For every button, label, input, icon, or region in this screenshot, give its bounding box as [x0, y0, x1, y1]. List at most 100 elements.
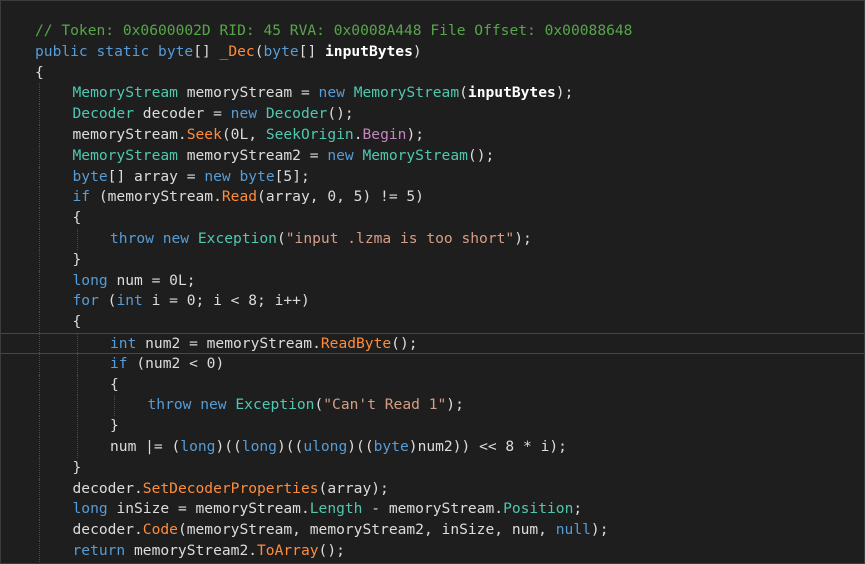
indent-guide [39, 416, 40, 437]
indent-guide [39, 291, 40, 313]
code-token-string: "Can't Read 1" [323, 396, 447, 414]
code-token-method: SetDecoderProperties [142, 479, 319, 497]
code-token-keyword: new [200, 396, 227, 414]
code-token-plain: } [110, 417, 119, 435]
code-line-text: public static byte[] _Dec(byte[] inputBy… [35, 42, 422, 63]
code-token-plain: } [72, 250, 82, 268]
indent-guide [39, 374, 40, 396]
code-token-plain: i = 0; i < 8; i++) [142, 292, 310, 310]
code-line[interactable]: MemoryStream memoryStream = new MemorySt… [1, 83, 864, 105]
code-line[interactable]: int num2 = memoryStream.ReadByte(); [1, 332, 864, 355]
code-line[interactable]: return memoryStream2.ToArray(); [1, 540, 864, 562]
code-token-keyword: new [318, 84, 345, 102]
code-token-prop: Length [309, 500, 363, 518]
code-token-plain: (); [327, 105, 354, 123]
code-line-text: int num2 = memoryStream.ReadByte(); [110, 334, 418, 355]
code-line[interactable]: // Token: 0x0600002D RID: 45 RVA: 0x0008… [1, 21, 864, 42]
indent-guide [39, 249, 40, 271]
code-line[interactable]: MemoryStream memoryStream2 = new MemoryS… [1, 145, 864, 167]
code-token-method: Code [142, 521, 178, 539]
code-token-method: Seek [186, 125, 222, 143]
code-token-method: _Dec [219, 42, 255, 60]
indent-guide [39, 499, 40, 521]
code-token-type: Decoder [72, 105, 135, 123]
code-token-keyword: byte [158, 42, 194, 60]
code-token-keyword: ulong [303, 437, 348, 455]
code-line[interactable]: long inSize = memoryStream.Length - memo… [1, 499, 864, 521]
code-line[interactable]: } [1, 249, 864, 271]
code-token-prop: Position [503, 500, 574, 518]
indent-guide [114, 395, 115, 417]
code-line[interactable]: if (memoryStream.Read(array, 0, 5) != 5) [1, 187, 864, 209]
code-line[interactable]: num |= (long)((long)((ulong)((byte)num2)… [1, 436, 864, 458]
code-token-keyword: int [116, 292, 143, 310]
code-editor[interactable]: // Token: 0x0600002D RID: 45 RVA: 0x0008… [0, 0, 865, 564]
code-token-type: MemoryStream [353, 84, 460, 102]
code-token-string: "input .lzma is too short" [285, 229, 515, 247]
indent-guide [39, 312, 40, 333]
code-token-keyword: new [230, 105, 258, 123]
code-line-text: MemoryStream memoryStream = new MemorySt… [73, 83, 574, 104]
code-line[interactable]: public static byte[] _Dec(byte[] inputBy… [1, 42, 864, 63]
code-token-keyword: long [72, 271, 108, 289]
code-token-plain: [] [193, 42, 220, 60]
code-line-text: } [110, 416, 119, 437]
code-line[interactable]: decoder.Code(memoryStream, memoryStream2… [1, 520, 864, 541]
code-line[interactable]: } [1, 457, 864, 479]
code-token-comment: // Token: 0x0600002D RID: 45 RVA: 0x0008… [35, 22, 633, 39]
code-line[interactable]: } [1, 416, 864, 437]
code-token-plain: ( [276, 229, 286, 247]
code-line-text: { [110, 375, 119, 396]
indent-guide [39, 145, 40, 167]
code-line-text: byte[] array = new byte[5]; [73, 167, 310, 188]
indent-guide [39, 270, 40, 292]
code-token-type: Decoder [265, 105, 328, 123]
code-line[interactable]: long num = 0L; [1, 270, 864, 292]
code-token-plain: decoder. [72, 521, 143, 539]
code-line-text: return memoryStream2.ToArray(); [73, 541, 345, 562]
code-line[interactable]: memoryStream.Seek(0L, SeekOrigin.Begin); [1, 124, 864, 146]
indent-guide [76, 228, 78, 250]
code-token-keyword: new [327, 146, 354, 164]
code-line[interactable]: { [1, 208, 864, 229]
code-token-param: inputBytes [325, 42, 413, 60]
code-token-plain: ( [254, 42, 264, 60]
indent-guide [76, 416, 78, 437]
code-token-plain: [] [298, 42, 326, 60]
code-token-keyword: new [162, 229, 190, 247]
code-line[interactable]: byte[] array = new byte[5]; [1, 166, 864, 188]
code-line[interactable]: { [1, 312, 864, 333]
code-line-text: if (num2 < 0) [110, 354, 224, 375]
code-line[interactable]: { [1, 63, 864, 84]
code-token-plain: (array, 0, 5) != 5) [257, 188, 424, 206]
code-token-type: Exception [235, 396, 315, 414]
code-line[interactable]: throw new Exception("input .lzma is too … [1, 228, 864, 250]
code-line[interactable]: Decoder decoder = new Decoder(); [1, 104, 864, 125]
code-token-method: ReadByte [320, 334, 392, 352]
code-token-plain: num2 = memoryStream. [136, 334, 321, 352]
code-line[interactable]: for (int i = 0; i < 8; i++) [1, 291, 864, 313]
code-token-plain: (memoryStream. [90, 188, 222, 206]
code-line-text: num |= (long)((long)((ulong)((byte)num2)… [110, 437, 567, 458]
code-token-keyword: long [72, 500, 108, 518]
code-token-plain: memoryStream2 = [177, 146, 328, 164]
code-token-plain: memoryStream. [72, 125, 187, 143]
code-line[interactable]: throw new Exception("Can't Read 1"); [1, 395, 864, 417]
code-line-text: long inSize = memoryStream.Length - memo… [73, 499, 583, 520]
code-token-plain: (memoryStream, memoryStream2, inSize, nu… [177, 521, 556, 539]
code-token-plain: . [353, 125, 363, 143]
code-line[interactable]: decoder.SetDecoderProperties(array); [1, 478, 864, 500]
indent-guide [39, 457, 40, 479]
code-token-keyword: throw [147, 396, 192, 414]
code-line[interactable]: if (num2 < 0) [1, 353, 864, 375]
code-token-plain: (); [467, 146, 495, 164]
code-token-keyword: for [72, 292, 99, 310]
code-line-text: for (int i = 0; i < 8; i++) [73, 291, 310, 312]
code-token-plain: { [110, 375, 119, 393]
code-token-plain: decoder. [72, 479, 143, 497]
code-line[interactable]: { [1, 374, 864, 396]
code-token-plain: ); [446, 396, 464, 414]
code-token-plain: )num2)) << 8 * i); [408, 437, 567, 455]
